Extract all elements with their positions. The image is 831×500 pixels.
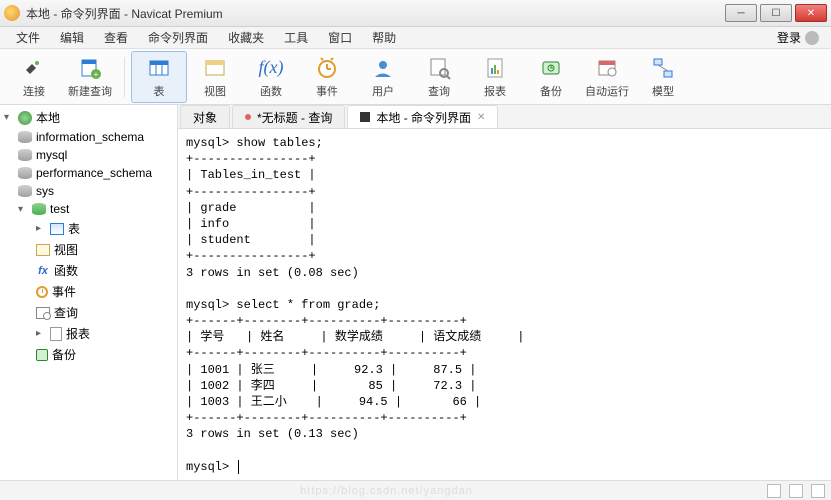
dirty-dot-icon	[245, 114, 251, 120]
autorun-icon	[594, 55, 620, 81]
tool-table[interactable]: 表	[131, 51, 187, 103]
connection-icon	[18, 111, 32, 125]
tool-event[interactable]: 事件	[299, 51, 355, 103]
view-icon	[36, 244, 50, 256]
svg-text:+: +	[94, 70, 99, 79]
toolbar: 连接 + 新建查询 表 视图 f(x) 函数 事件 用户 查询 报表 备份 自动…	[0, 49, 831, 105]
tree-root[interactable]: ▾ 本地	[0, 107, 177, 128]
tab-cli[interactable]: 本地 - 命令列界面✕	[347, 105, 498, 128]
tool-backup[interactable]: 备份	[523, 51, 579, 103]
login-button[interactable]: 登录	[771, 29, 825, 46]
report-icon	[482, 55, 508, 81]
plug-icon	[21, 55, 47, 81]
tree-db-mysql[interactable]: mysql	[0, 146, 177, 164]
menu-window[interactable]: 窗口	[318, 29, 362, 46]
twisty-icon: ▾	[4, 112, 14, 123]
tree-child-backups[interactable]: 备份	[0, 344, 177, 365]
sql-console[interactable]: mysql> show tables; +----------------+ |…	[178, 129, 831, 480]
fx-icon: f(x)	[258, 55, 284, 81]
backup-icon	[538, 55, 564, 81]
twisty-icon: ▸	[36, 328, 46, 339]
tree-db-performance-schema[interactable]: performance_schema	[0, 164, 177, 182]
tool-query[interactable]: 查询	[411, 51, 467, 103]
clock-icon	[314, 55, 340, 81]
tool-function[interactable]: f(x) 函数	[243, 51, 299, 103]
status-icon-3[interactable]	[811, 484, 825, 498]
status-icons	[767, 484, 825, 498]
tool-new-query[interactable]: + 新建查询	[62, 51, 118, 103]
tab-untitled-query[interactable]: *无标题 - 查询	[232, 105, 345, 128]
avatar-icon	[805, 31, 819, 45]
query-icon	[426, 55, 452, 81]
main-split: ▾ 本地 information_schema mysql performanc…	[0, 105, 831, 480]
maximize-button[interactable]: ☐	[760, 4, 792, 22]
close-button[interactable]: ✕	[795, 4, 827, 22]
fx-icon: fx	[36, 265, 50, 277]
report-icon	[50, 327, 62, 341]
tree-child-events[interactable]: 事件	[0, 281, 177, 302]
login-label: 登录	[777, 29, 801, 46]
statusbar: https://blog.csdn.net/yangdan	[0, 480, 831, 500]
tree-db-sys[interactable]: sys	[0, 182, 177, 200]
tree-root-label: 本地	[36, 109, 60, 126]
titlebar: 本地 - 命令列界面 - Navicat Premium ─ ☐ ✕	[0, 0, 831, 27]
terminal-icon	[360, 112, 370, 122]
clock-icon	[36, 286, 48, 298]
tool-report[interactable]: 报表	[467, 51, 523, 103]
twisty-icon: ▸	[36, 223, 46, 234]
menubar: 文件 编辑 查看 命令列界面 收藏夹 工具 窗口 帮助 登录	[0, 27, 831, 49]
tool-model[interactable]: 模型	[635, 51, 691, 103]
view-icon	[202, 55, 228, 81]
tool-user[interactable]: 用户	[355, 51, 411, 103]
database-icon	[18, 149, 32, 161]
sidebar[interactable]: ▾ 本地 information_schema mysql performanc…	[0, 105, 178, 480]
user-icon	[370, 55, 396, 81]
tree-child-queries[interactable]: 查询	[0, 302, 177, 323]
tabbar: 对象 *无标题 - 查询 本地 - 命令列界面✕	[178, 105, 831, 129]
database-icon	[18, 131, 32, 143]
tab-objects[interactable]: 对象	[180, 105, 230, 128]
tool-connection[interactable]: 连接	[6, 51, 62, 103]
new-query-icon: +	[77, 55, 103, 81]
table-icon	[50, 223, 64, 235]
menu-tools[interactable]: 工具	[274, 29, 318, 46]
tree-child-views[interactable]: 视图	[0, 239, 177, 260]
menu-cli[interactable]: 命令列界面	[138, 29, 218, 46]
database-icon	[18, 167, 32, 179]
menu-file[interactable]: 文件	[6, 29, 50, 46]
tree-db-test[interactable]: ▾test	[0, 200, 177, 218]
twisty-icon: ▾	[18, 204, 28, 215]
window-controls: ─ ☐ ✕	[725, 4, 827, 22]
backup-icon	[36, 349, 48, 361]
watermark: https://blog.csdn.net/yangdan	[300, 485, 473, 497]
app-icon	[4, 5, 20, 21]
tree-db-information-schema[interactable]: information_schema	[0, 128, 177, 146]
window-title: 本地 - 命令列界面 - Navicat Premium	[26, 5, 725, 22]
status-icon-2[interactable]	[789, 484, 803, 498]
tab-close-icon[interactable]: ✕	[477, 112, 485, 123]
database-icon	[18, 185, 32, 197]
status-icon-1[interactable]	[767, 484, 781, 498]
tree-child-functions[interactable]: fx函数	[0, 260, 177, 281]
tree-child-tables[interactable]: ▸表	[0, 218, 177, 239]
table-icon	[146, 55, 172, 81]
tree-child-reports[interactable]: ▸报表	[0, 323, 177, 344]
tool-autorun[interactable]: 自动运行	[579, 51, 635, 103]
query-icon	[36, 307, 50, 319]
tool-view[interactable]: 视图	[187, 51, 243, 103]
content-area: 对象 *无标题 - 查询 本地 - 命令列界面✕ mysql> show tab…	[178, 105, 831, 480]
menu-help[interactable]: 帮助	[362, 29, 406, 46]
database-icon	[32, 203, 46, 215]
menu-favorites[interactable]: 收藏夹	[218, 29, 274, 46]
minimize-button[interactable]: ─	[725, 4, 757, 22]
menu-edit[interactable]: 编辑	[50, 29, 94, 46]
model-icon	[650, 55, 676, 81]
menu-view[interactable]: 查看	[94, 29, 138, 46]
separator	[124, 57, 125, 97]
